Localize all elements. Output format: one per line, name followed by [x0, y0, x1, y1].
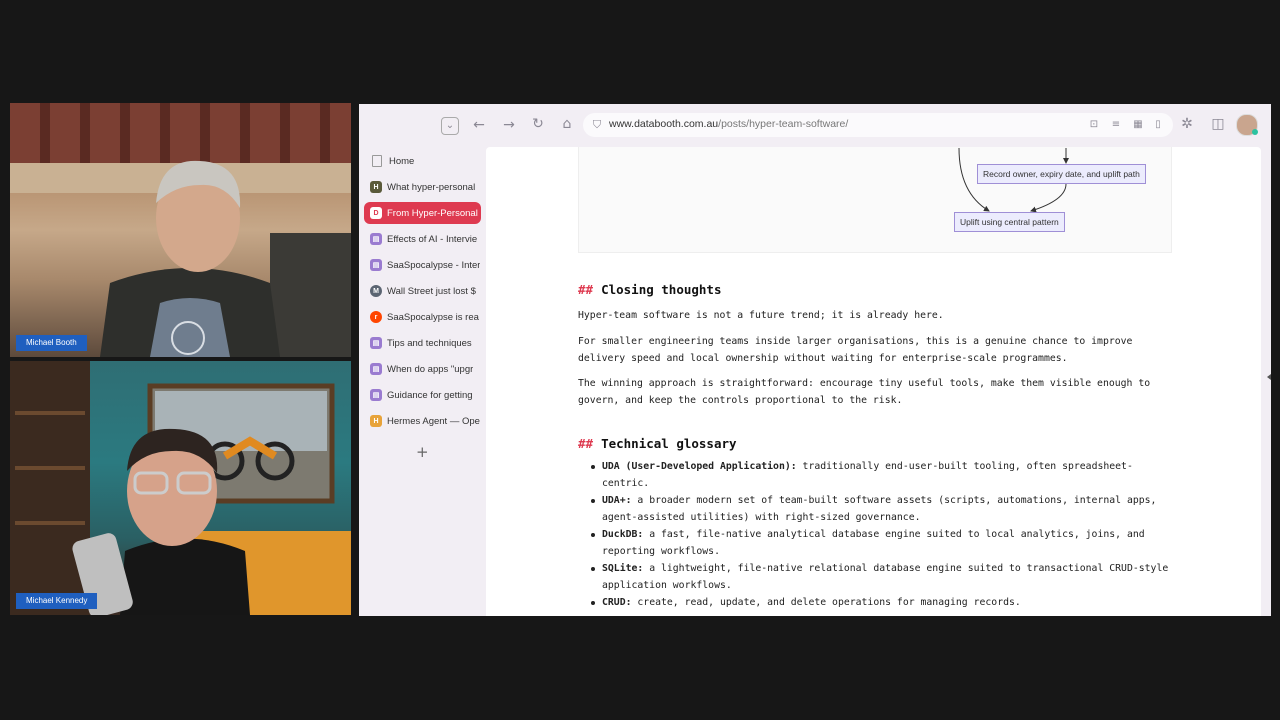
- heading-text: Closing thoughts: [601, 282, 722, 297]
- sidebar-item-label: Home: [389, 155, 415, 167]
- glossary-term: SQLite:: [602, 563, 644, 574]
- heading-closing-thoughts: ## Closing thoughts: [578, 282, 721, 297]
- sidebar-item-label: From Hyper-Personal: [387, 207, 478, 219]
- participant-name-tag: Michael Booth: [16, 335, 87, 351]
- forward-icon[interactable]: →: [500, 118, 518, 132]
- hn-icon: H: [370, 181, 382, 193]
- sidebar-item-label: Hermes Agent — Ope: [387, 415, 480, 427]
- glossary-definition: a fast, file-native analytical database …: [602, 529, 1145, 557]
- glossary-term: DuckDB:: [602, 529, 644, 540]
- page-icon: [372, 155, 382, 167]
- heading-technical-glossary: ## Technical glossary: [578, 436, 737, 451]
- sidebar-item-tab[interactable]: ▤ When do apps "upgr: [364, 358, 481, 380]
- glossary-item: UDA (User-Developed Application): tradit…: [578, 458, 1178, 492]
- scroll-indicator[interactable]: [1267, 374, 1271, 380]
- glossary-term: UDA+:: [602, 495, 632, 506]
- hermes-icon: H: [370, 415, 382, 427]
- sidebar-item-label: What hyper-personal: [387, 181, 476, 193]
- sidebar-item-label: SaaSpocalypse - Inter: [387, 259, 481, 271]
- paragraph: Hyper-team software is not a future tren…: [578, 310, 944, 321]
- sidebar-item-tab[interactable]: H Hermes Agent — Ope: [364, 410, 481, 432]
- browser-window: ⌄ ← → ↻ ⌂ ⛉ www.databooth.com.au/posts/h…: [359, 104, 1271, 616]
- heading-text: Technical glossary: [601, 436, 737, 451]
- glossary-item: DuckDB: a fast, file-native analytical d…: [578, 526, 1178, 560]
- glossary-item: SQLite: a lightweight, file-native relat…: [578, 560, 1178, 594]
- back-icon[interactable]: ←: [470, 118, 488, 132]
- tab-sidebar: Home H What hyper-personal D From Hyper-Pe…: [359, 146, 485, 616]
- browser-toolbar: ⌄ ← → ↻ ⌂ ⛉ www.databooth.com.au/posts/h…: [359, 104, 1271, 146]
- sidebar-item-tab[interactable]: ▤ Tips and techniques: [364, 332, 481, 354]
- extensions-icon[interactable]: ✲: [1178, 117, 1196, 131]
- flowchart-edges: [958, 147, 1069, 213]
- online-status-dot: [1252, 129, 1258, 135]
- flow-node-uplift: Uplift using central pattern: [954, 212, 1065, 232]
- heading-hash: ##: [578, 436, 594, 451]
- glossary-list: UDA (User-Developed Application): tradit…: [578, 458, 1178, 611]
- heading-hash: ##: [578, 282, 594, 297]
- sidebar-item-tab[interactable]: ▤ Effects of AI - Intervie: [364, 228, 481, 250]
- url-host: www.databooth.com.au: [609, 118, 719, 130]
- participant-name-tag: Michael Kennedy: [16, 593, 98, 609]
- webcam-feed-kennedy: [10, 361, 351, 615]
- sidebar-item-label: When do apps "upgr: [387, 363, 474, 375]
- sidebar-item-tab-active[interactable]: D From Hyper-Personal: [364, 202, 481, 224]
- glossary-item: CRUD: create, read, update, and delete o…: [578, 594, 1178, 611]
- sidebar-item-tab[interactable]: ▤ Guidance for getting: [364, 384, 481, 406]
- bookmark-icon[interactable]: ▯: [1149, 118, 1167, 132]
- reddit-icon: r: [370, 311, 382, 323]
- sidebar-item-label: Guidance for getting: [387, 389, 473, 401]
- rss-icon[interactable]: ⊡: [1085, 118, 1103, 132]
- glossary-term: UDA (User-Developed Application):: [602, 461, 797, 472]
- qr-code-icon[interactable]: ▦: [1129, 118, 1147, 132]
- sidebar-toggle-icon[interactable]: ◫: [1209, 117, 1227, 131]
- sidebar-item-label: Tips and techniques: [387, 337, 472, 349]
- substack-icon: ▤: [370, 337, 382, 349]
- new-tab-plus-icon[interactable]: +: [416, 443, 429, 461]
- sidebar-item-label: SaaSpocalypse is rea: [387, 311, 479, 323]
- edge-record-to-uplift: [1030, 183, 1067, 213]
- address-bar[interactable]: ⛉ www.databooth.com.au/posts/hyper-team-…: [583, 113, 1173, 137]
- medium-icon: M: [370, 285, 382, 297]
- sidebar-item-tab[interactable]: r SaaSpocalypse is rea: [364, 306, 481, 328]
- home-icon[interactable]: ⌂: [558, 117, 576, 131]
- substack-icon: ▤: [370, 389, 382, 401]
- tab-menu-icon[interactable]: ⌄: [441, 117, 459, 135]
- glossary-term: CRUD:: [602, 597, 632, 608]
- sidebar-item-tab[interactable]: H What hyper-personal: [364, 176, 481, 198]
- sidebar-item-home[interactable]: Home: [364, 150, 481, 172]
- databooth-icon: D: [370, 207, 382, 219]
- sidebar-item-label: Effects of AI - Intervie: [387, 233, 478, 245]
- paragraph: For smaller engineering teams inside lar…: [578, 336, 1133, 364]
- page-content: Record owner, expiry date, and uplift pa…: [486, 147, 1261, 616]
- paragraph: The winning approach is straightforward:…: [578, 378, 1151, 406]
- substack-icon: ▤: [370, 259, 382, 271]
- substack-icon: ▤: [370, 363, 382, 375]
- video-tile-michael-booth: Michael Booth: [10, 103, 351, 357]
- substack-icon: ▤: [370, 233, 382, 245]
- url-path: /posts/hyper-team-software/: [718, 118, 849, 130]
- sidebar-item-label: Wall Street just lost $: [387, 285, 476, 297]
- shield-icon[interactable]: ⛉: [588, 118, 606, 132]
- flow-node-record: Record owner, expiry date, and uplift pa…: [977, 164, 1146, 184]
- reload-icon[interactable]: ↻: [529, 117, 547, 131]
- sidebar-item-tab[interactable]: ▤ SaaSpocalypse - Inter: [364, 254, 481, 276]
- video-tile-michael-kennedy: Michael Kennedy: [10, 361, 351, 615]
- flowchart-diagram: Record owner, expiry date, and uplift pa…: [578, 147, 1172, 253]
- glossary-definition: a lightweight, file-native relational da…: [602, 563, 1169, 591]
- sidebar-item-tab[interactable]: M Wall Street just lost $: [364, 280, 481, 302]
- glossary-item: UDA+: a broader modern set of team-built…: [578, 492, 1178, 526]
- glossary-definition: create, read, update, and delete operati…: [631, 597, 1021, 608]
- webcam-feed-booth: [10, 103, 351, 357]
- glossary-definition: a broader modern set of team-built softw…: [602, 495, 1157, 523]
- reader-icon[interactable]: ≡: [1107, 118, 1125, 132]
- url-text[interactable]: www.databooth.com.au/posts/hyper-team-so…: [609, 118, 848, 130]
